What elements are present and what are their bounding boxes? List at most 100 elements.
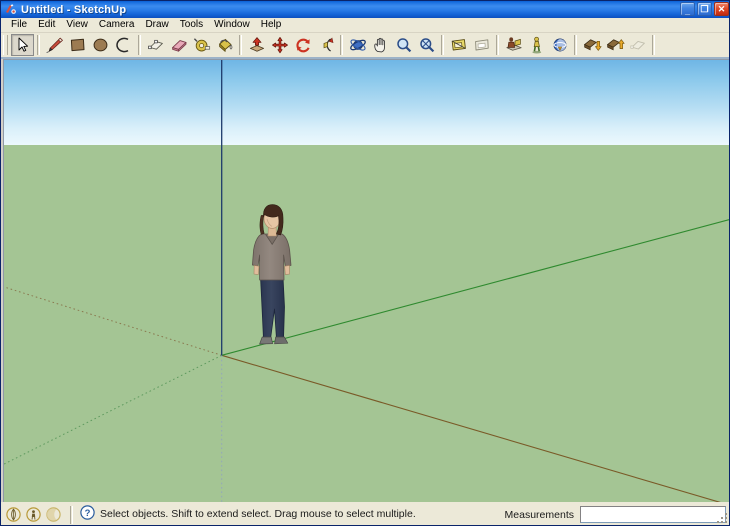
paint-bucket-icon xyxy=(218,38,232,52)
measurements-box: Measurements xyxy=(504,506,729,523)
main-toolbar xyxy=(1,33,729,59)
resize-grip[interactable] xyxy=(716,512,728,524)
walk-tool[interactable] xyxy=(525,34,548,56)
rotate-arrows-icon xyxy=(295,38,310,53)
menu-item-window[interactable]: Window xyxy=(209,18,256,32)
share-model-button[interactable] xyxy=(603,34,626,56)
circle-icon xyxy=(93,38,108,52)
arrow-cursor-icon xyxy=(18,37,28,52)
move-tool[interactable] xyxy=(268,34,291,56)
select-tool[interactable] xyxy=(11,34,34,56)
title-bar[interactable]: Untitled - SketchUp _ ❐ ✕ xyxy=(1,1,729,18)
figure-hand-left xyxy=(253,265,260,275)
moon-circle-icon xyxy=(46,507,61,522)
credits-indicator[interactable] xyxy=(46,507,61,522)
toolbar-separator xyxy=(239,35,242,55)
make-component-tool[interactable] xyxy=(144,34,167,56)
position-camera-icon xyxy=(505,37,522,51)
measurements-input[interactable] xyxy=(580,506,726,523)
circle-tool[interactable] xyxy=(89,34,112,56)
menu-item-view[interactable]: View xyxy=(61,18,94,32)
toolbar-separator xyxy=(441,35,444,55)
arc-tool[interactable] xyxy=(112,34,135,56)
menu-item-help[interactable]: Help xyxy=(256,18,288,32)
menu-item-tools[interactable]: Tools xyxy=(175,18,209,32)
geo-location-indicator[interactable] xyxy=(6,507,21,522)
question-mark-icon: ? xyxy=(80,504,95,520)
globe-circle-icon xyxy=(6,507,21,522)
section-plane-tool[interactable] xyxy=(447,34,470,56)
download-model-icon xyxy=(583,39,602,51)
figure-shoe-left xyxy=(259,336,273,345)
figure-pants xyxy=(260,276,285,340)
axes-layer xyxy=(4,60,729,502)
scale-figure-component[interactable] xyxy=(240,203,308,358)
toolbar-separator xyxy=(574,35,577,55)
position-camera-tool[interactable] xyxy=(502,34,525,56)
share-component-button[interactable] xyxy=(626,34,649,56)
toolbar-grip[interactable] xyxy=(3,35,8,55)
push-pull-tool[interactable] xyxy=(245,34,268,56)
display-section-planes-tool[interactable] xyxy=(470,34,493,56)
menu-item-camera[interactable]: Camera xyxy=(94,18,141,32)
status-message: Select objects. Shift to extend select. … xyxy=(100,508,416,520)
figure-hair-side xyxy=(259,215,265,235)
component-icon xyxy=(147,39,163,50)
toolbar-separator xyxy=(138,35,141,55)
section-plane-icon xyxy=(451,39,466,51)
arc-icon xyxy=(116,37,129,53)
look-around-icon xyxy=(553,38,566,52)
red-axis-negative xyxy=(4,286,222,356)
magnifier-icon xyxy=(396,38,411,53)
eraser-tool[interactable] xyxy=(167,34,190,56)
menu-item-draw[interactable]: Draw xyxy=(140,18,174,32)
get-models-button[interactable] xyxy=(580,34,603,56)
help-button[interactable]: ? xyxy=(80,504,95,525)
svg-text:?: ? xyxy=(85,508,91,519)
close-button[interactable]: ✕ xyxy=(714,2,729,16)
person-circle-icon xyxy=(26,507,41,522)
sketchup-logo-icon[interactable] xyxy=(4,3,17,16)
share-component-icon xyxy=(629,40,645,50)
rectangle-icon xyxy=(70,38,85,52)
red-axis xyxy=(221,354,721,502)
paint-bucket-tool[interactable] xyxy=(213,34,236,56)
toolbar-separator xyxy=(652,35,655,55)
orbit-tool[interactable] xyxy=(346,34,369,56)
zoom-extents-tool[interactable] xyxy=(415,34,438,56)
toolbar-separator xyxy=(37,35,40,55)
follow-me-tool[interactable] xyxy=(314,34,337,56)
status-separator xyxy=(70,505,73,524)
pencil-icon xyxy=(45,37,63,54)
zoom-tool[interactable] xyxy=(392,34,415,56)
display-section-icon xyxy=(474,39,489,51)
modeling-viewport[interactable] xyxy=(3,59,729,502)
status-bar: ? Select objects. Shift to extend select… xyxy=(1,502,729,525)
solar-north-indicator[interactable] xyxy=(26,507,41,522)
orbit-icon xyxy=(349,39,366,51)
line-tool[interactable] xyxy=(43,34,66,56)
rectangle-tool[interactable] xyxy=(66,34,89,56)
measurements-label: Measurements xyxy=(504,508,574,521)
green-axis-negative xyxy=(4,354,222,465)
pan-tool[interactable] xyxy=(369,34,392,56)
move-cross-icon xyxy=(271,37,288,54)
look-around-tool[interactable] xyxy=(548,34,571,56)
rotate-tool[interactable] xyxy=(291,34,314,56)
tape-measure-icon xyxy=(193,38,210,52)
menu-item-file[interactable]: File xyxy=(6,18,33,32)
menu-item-edit[interactable]: Edit xyxy=(33,18,61,32)
figure-shoe-right xyxy=(274,336,289,345)
window-title: Untitled - SketchUp xyxy=(21,3,127,16)
minimize-button[interactable]: _ xyxy=(680,2,695,16)
restore-button[interactable]: ❐ xyxy=(697,2,712,16)
tape-measure-tool[interactable] xyxy=(190,34,213,56)
close-glyph: ✕ xyxy=(717,4,726,14)
toolbar-separator xyxy=(496,35,499,55)
minimize-glyph: _ xyxy=(684,6,690,16)
push-pull-icon xyxy=(249,37,264,52)
window-controls: _ ❐ ✕ xyxy=(680,2,729,16)
figure-hand-right xyxy=(284,265,290,275)
sketchup-application-window: Untitled - SketchUp _ ❐ ✕ File Edit View… xyxy=(0,0,730,526)
eraser-icon xyxy=(171,40,186,52)
